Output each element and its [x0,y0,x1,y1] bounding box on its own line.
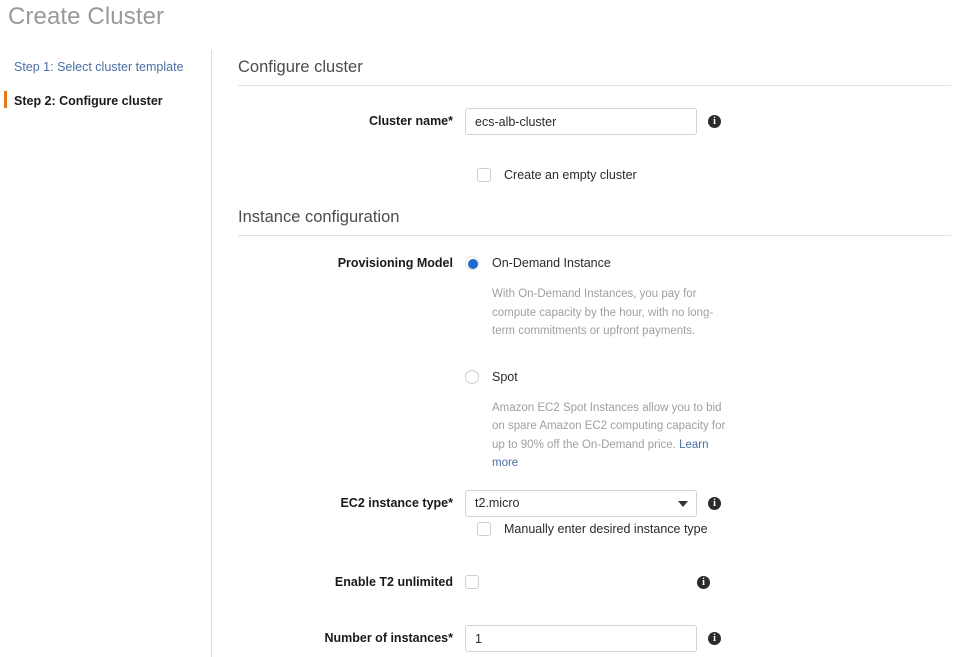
t2-unlimited-field-group: i [465,569,710,589]
info-icon[interactable]: i [708,632,721,645]
t2-unlimited-label: Enable T2 unlimited [334,575,453,589]
manual-instance-type-label: Manually enter desired instance type [504,522,708,536]
info-icon[interactable]: i [697,576,710,589]
ec2-instance-type-label: EC2 instance type* [340,496,453,510]
ec2-instance-type-select[interactable]: t2.micro [465,490,697,517]
ec2-instance-type-value[interactable]: t2.micro [465,490,697,517]
field-row-t2-unlimited: Enable T2 unlimited i [213,569,710,595]
on-demand-label: On-Demand Instance [492,256,611,270]
t2-unlimited-checkbox[interactable] [465,575,479,589]
field-row-provisioning-model: Provisioning Model On-Demand Instance Wi… [213,250,728,473]
checkbox-row-manual-instance-type[interactable]: Manually enter desired instance type [477,522,708,536]
sidebar-item-step-2[interactable]: Step 2: Configure cluster [0,88,211,113]
section-heading-instance-configuration: Instance configuration [238,208,951,236]
cluster-name-input[interactable] [465,108,697,135]
field-row-ec2-instance-type: EC2 instance type* t2.micro i [213,490,721,517]
sidebar-item-step-1[interactable]: Step 1: Select cluster template [0,54,211,79]
number-of-instances-input[interactable] [465,625,697,652]
cluster-name-label: Cluster name* [368,114,453,128]
number-of-instances-label: Number of instances* [324,631,453,645]
ec2-instance-type-field-group: t2.micro i [465,490,721,517]
section-heading-configure-cluster: Configure cluster [238,58,951,86]
provisioning-model-options: On-Demand Instance With On-Demand Instan… [465,250,728,473]
spot-label: Spot [492,369,518,384]
radio-row-spot[interactable]: Spot [465,364,518,390]
sidebar-item-step-1-label[interactable]: Step 1: Select cluster template [14,60,184,74]
manual-instance-type-checkbox[interactable] [477,522,491,536]
chevron-down-icon[interactable] [678,501,688,507]
checkbox-row-create-empty-cluster[interactable]: Create an empty cluster [477,168,637,182]
spot-radio[interactable] [465,369,479,384]
sidebar-item-step-2-label: Step 2: Configure cluster [14,93,163,108]
on-demand-radio[interactable] [465,256,479,270]
field-row-cluster-name: Cluster name* i [213,108,721,135]
radio-row-on-demand[interactable]: On-Demand Instance [465,250,611,276]
page-title: Create Cluster [8,3,165,30]
on-demand-description: With On-Demand Instances, you pay for co… [492,288,714,337]
info-icon[interactable]: i [708,115,721,128]
create-empty-cluster-checkbox[interactable] [477,168,491,182]
cluster-name-field-group: i [465,108,721,135]
wizard-sidebar: Step 1: Select cluster template Step 2: … [0,50,212,657]
main-panel: Configure cluster Cluster name* i Create… [213,50,965,657]
field-row-number-of-instances: Number of instances* i [213,625,721,652]
number-of-instances-field-group: i [465,625,721,652]
provisioning-model-label: Provisioning Model [337,256,453,270]
info-icon[interactable]: i [708,497,721,510]
create-empty-cluster-label: Create an empty cluster [504,168,637,182]
spot-description: Amazon EC2 Spot Instances allow you to b… [492,399,728,473]
current-step-marker [4,91,7,108]
create-cluster-page: Create Cluster Step 1: Select cluster te… [0,0,965,657]
